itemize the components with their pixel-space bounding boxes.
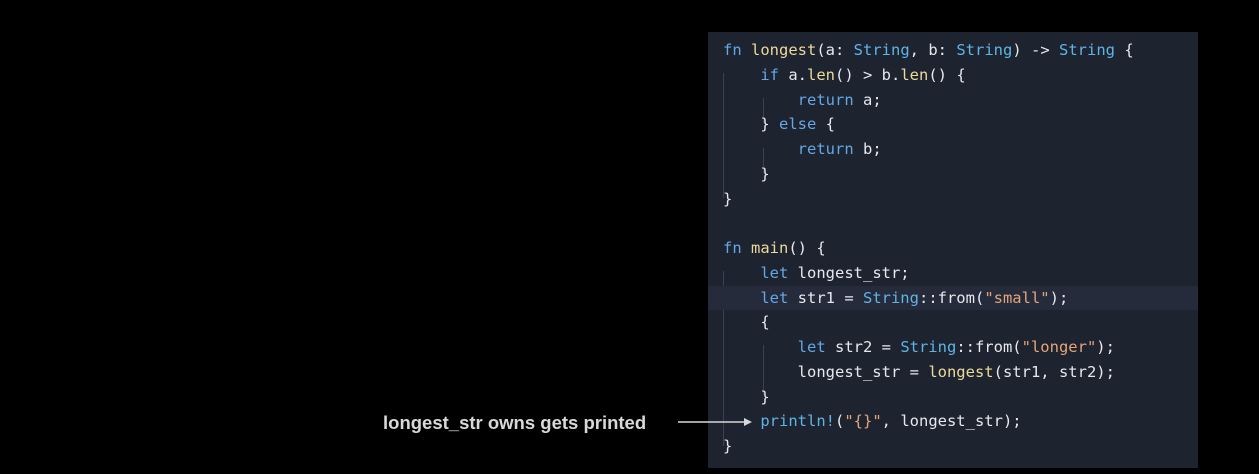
code-token: String (853, 41, 910, 59)
code-token: a. (779, 65, 807, 84)
code-token: let (797, 338, 826, 356)
code-line: println!("{}", longest_str); (708, 409, 1198, 433)
code-token: { (816, 115, 835, 134)
code-token: fn (723, 41, 751, 59)
code-token: "longer" (1021, 338, 1097, 356)
code-token: } (723, 164, 770, 183)
code-line: } else { (708, 112, 1198, 136)
code-token: } (723, 387, 770, 406)
code-token: ::from( (956, 338, 1022, 356)
code-token: } (723, 189, 733, 208)
code-token: ) -> (1012, 41, 1059, 59)
arrow-icon (678, 418, 752, 426)
code-token: } (723, 437, 733, 455)
code-token: "{}" (844, 412, 882, 431)
code-token: } (723, 115, 779, 134)
code-token: else (779, 115, 817, 134)
code-line: } (708, 187, 1198, 211)
code-token: len (900, 65, 929, 84)
code-token: str2 = (825, 338, 901, 356)
code-line: } (708, 162, 1198, 186)
code-token: (str1, str2); (993, 362, 1115, 381)
code-line: } (708, 434, 1198, 458)
code-token: longest_str = (723, 362, 929, 381)
code-token: longest (751, 41, 817, 59)
code-token: main (751, 239, 789, 257)
code-token: longest_str; (788, 263, 910, 282)
code-token: str1 = (788, 288, 863, 307)
code-line: let str2 = String::from("longer"); (708, 335, 1198, 359)
code-token: return (797, 140, 854, 158)
code-line: let longest_str; (708, 261, 1198, 285)
code-token: let (760, 288, 789, 307)
code-token: ::from( (918, 288, 985, 307)
code-token: () { (928, 65, 966, 84)
code-token: let (760, 263, 789, 282)
code-line: let str1 = String::from("small"); (708, 285, 1198, 310)
code-token: "small" (984, 288, 1050, 307)
code-token: (a: (816, 41, 854, 59)
code-line: { (708, 310, 1198, 334)
code-line: fn main() { (708, 236, 1198, 260)
code-line: return a; (708, 88, 1198, 112)
code-token: , b: (909, 41, 957, 59)
code-line: fn longest(a: String, b: String) -> Stri… (708, 38, 1198, 62)
code-line: return b; (708, 137, 1198, 161)
annotation-label: longest_str owns gets printed (383, 412, 647, 433)
code-token: ( (834, 412, 845, 431)
code-token: if (760, 65, 779, 84)
code-token: () { (788, 239, 826, 257)
code-token: println! (760, 412, 835, 431)
code-token: return (797, 90, 854, 109)
code-token: String (862, 288, 919, 307)
code-line: longest_str = longest(str1, str2); (708, 360, 1198, 384)
code-token: longest (928, 362, 994, 381)
code-panel: fn longest(a: String, b: String) -> Stri… (708, 32, 1198, 468)
code-line: } (708, 385, 1198, 409)
code-token: len (807, 65, 835, 84)
code-token: { (723, 313, 770, 332)
code-token: fn (723, 239, 751, 257)
code-token: String (1059, 41, 1115, 59)
code-line: if a.len() > b.len() { (708, 63, 1198, 87)
code-token: , longest_str); (881, 412, 1022, 431)
code-token: ); (1096, 338, 1115, 356)
code-token: ); (1049, 288, 1069, 307)
code-token: String (956, 41, 1013, 59)
code-token: () > b. (835, 65, 901, 84)
code-token: b; (853, 140, 882, 158)
code-token: { (1115, 41, 1134, 59)
code-token: String (900, 338, 957, 356)
code-token: a; (853, 90, 882, 109)
